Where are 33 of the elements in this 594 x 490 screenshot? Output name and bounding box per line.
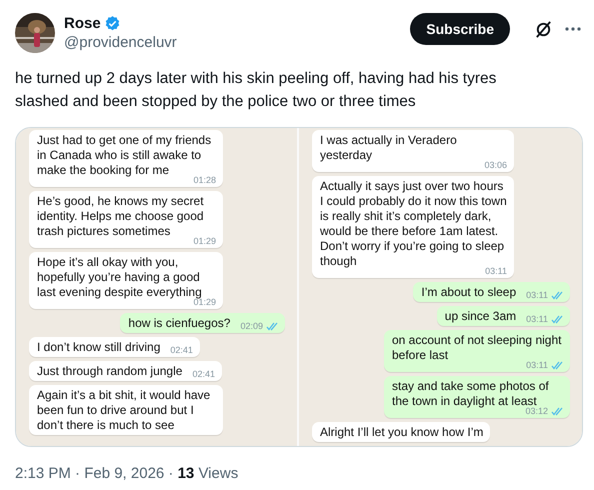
message-text: He’s good, he knows my secret identity. Helps me choose good trash pictures sometimes — [37, 194, 204, 238]
more-icon[interactable] — [565, 27, 581, 31]
message-text: how is cienfuegos? — [128, 316, 230, 331]
message-time: 02:09 — [240, 321, 263, 331]
post-text: he turned up 2 days later with his skin peeling off, having had his tyres slashed and been stopped by the police two or three times — [15, 69, 498, 112]
message-time: 02:41 — [170, 345, 193, 355]
message-text: up since 3am — [444, 309, 516, 324]
message-text: I don’t know still driving — [37, 340, 160, 355]
slashed-circle-icon[interactable] — [534, 20, 553, 38]
message-time: 03:11 — [485, 266, 507, 276]
message-time: 02:41 — [192, 369, 215, 379]
message-time: 01:29 — [193, 236, 216, 246]
subscribe-button[interactable]: Subscribe — [410, 13, 510, 45]
message-text: Actually it says just over two hours I could probably do it now this town is really shit it’s completely dark, would be there before 1am latest. Don’t worry if you’re going to sleep though — [320, 179, 507, 268]
message-time: 03:11 — [526, 314, 548, 324]
message-time: 03:11 — [526, 360, 548, 370]
message-text: Just had to get one of my friends in Canada who is still awake to make the booking for me — [37, 133, 212, 177]
message-time: 03:12 — [525, 406, 548, 416]
message-text: on account of not sleeping night before last — [392, 333, 562, 362]
message-time: 03:06 — [484, 160, 507, 170]
message-text: I’m about to sleep — [421, 285, 516, 300]
post-meta: 2:13 PM · Feb 9, 2026 · 13 Views — [15, 465, 240, 482]
message-text: I was actually in Veradero yesterday — [320, 133, 458, 163]
author-handle[interactable]: @providenceluvr — [64, 34, 402, 51]
message-time: 01:28 — [193, 175, 216, 185]
message-text: stay and take some photos of the town in daylight at least — [392, 379, 550, 408]
message-text: Again it’s a bit shit, it would have been fun to drive around but I don’t there is much to see — [37, 388, 212, 433]
message-text: Hope it’s all okay with you, hopefully you’re having a good last evening despite everything — [37, 255, 202, 299]
author-name[interactable]: Rose — [64, 15, 101, 32]
message-text: Just through random jungle — [37, 364, 182, 379]
message-time: 01:29 — [193, 297, 216, 307]
message-time: 03:11 — [526, 290, 548, 300]
message-text: Alright I’ll let you know how I’m — [320, 425, 484, 440]
